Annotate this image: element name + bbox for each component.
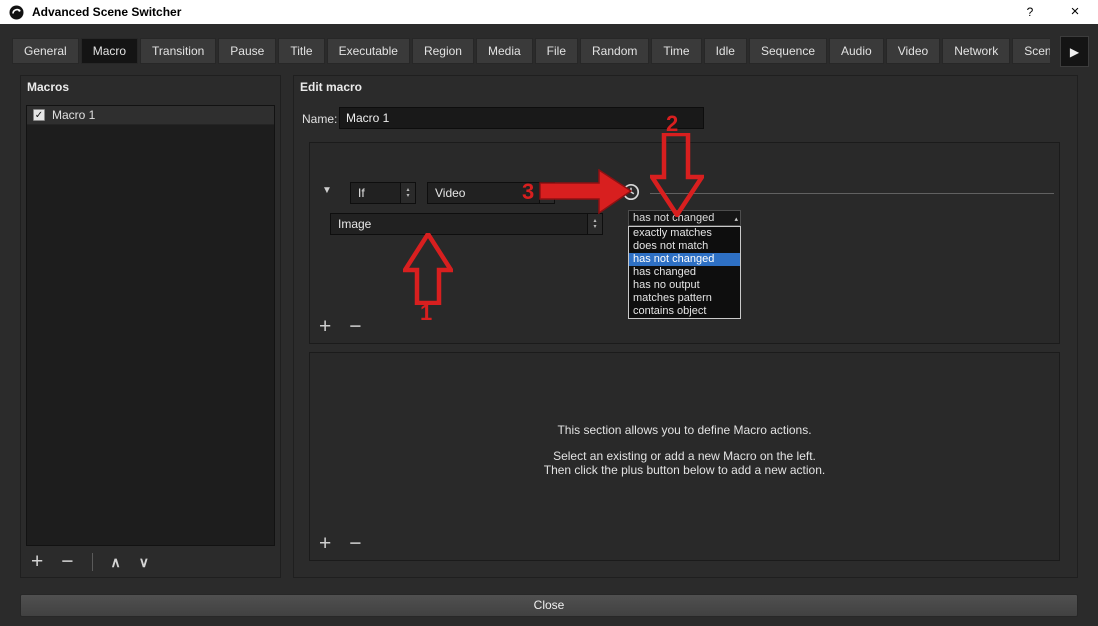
macro-name-input[interactable] bbox=[339, 107, 704, 129]
actions-info-line1: This section allows you to define Macro … bbox=[310, 423, 1059, 437]
close-button[interactable]: Close bbox=[20, 594, 1078, 617]
spinner-icon[interactable]: ▴ ▾ bbox=[587, 214, 602, 234]
tab-scene-group[interactable]: Scene Gro bbox=[1012, 38, 1050, 64]
match-mode-dropdown: exactly matches does not match has not c… bbox=[628, 226, 741, 319]
annotation-label-2: 2 bbox=[666, 111, 678, 137]
macro-enabled-checkbox[interactable]: ✓ bbox=[33, 109, 45, 121]
spinner-down-icon[interactable]: ▾ bbox=[406, 193, 409, 199]
remove-condition-button[interactable]: − bbox=[349, 317, 361, 337]
tab-transition[interactable]: Transition bbox=[140, 38, 216, 64]
annotation-arrow-3-right bbox=[539, 169, 633, 214]
dropdown-option-has-no-output[interactable]: has no output bbox=[629, 279, 740, 292]
annotation-label-1: 1 bbox=[420, 300, 432, 326]
actions-group: This section allows you to define Macro … bbox=[309, 352, 1060, 561]
dropdown-option-has-not-changed[interactable]: has not changed bbox=[629, 253, 740, 266]
condition-logic-select[interactable]: If ▴ ▾ bbox=[350, 182, 416, 204]
scroll-right-icon: ▶ bbox=[1070, 45, 1079, 59]
macro-name-label: Name: bbox=[302, 112, 337, 126]
macro-list[interactable]: ✓ Macro 1 bbox=[26, 105, 275, 546]
tab-region[interactable]: Region bbox=[412, 38, 474, 64]
actions-info-line2: Select an existing or add a new Macro on… bbox=[310, 449, 1059, 463]
spinner-down-icon[interactable]: ▾ bbox=[593, 224, 596, 230]
macros-toolbar: + − ∧ ∨ bbox=[31, 552, 149, 572]
macros-panel: Macros ✓ Macro 1 + − ∧ ∨ bbox=[20, 75, 281, 578]
obs-logo-icon bbox=[9, 5, 24, 20]
add-condition-button[interactable]: + bbox=[319, 317, 331, 337]
window-titlebar: Advanced Scene Switcher ? × bbox=[0, 0, 1098, 24]
tab-macro[interactable]: Macro bbox=[81, 38, 138, 64]
titlebar-help-button[interactable]: ? bbox=[1015, 0, 1045, 24]
tab-title[interactable]: Title bbox=[278, 38, 324, 64]
spinner-icon[interactable]: ▴ ▾ bbox=[400, 183, 415, 203]
macros-panel-title: Macros bbox=[27, 80, 69, 94]
tab-sequence[interactable]: Sequence bbox=[749, 38, 827, 64]
annotation-arrow-1-up bbox=[403, 233, 453, 305]
conditions-toolbar: + − bbox=[319, 317, 362, 337]
actions-toolbar: + − bbox=[319, 534, 362, 554]
macro-list-item[interactable]: ✓ Macro 1 bbox=[27, 106, 274, 125]
tab-media[interactable]: Media bbox=[476, 38, 533, 64]
macro-label: Macro 1 bbox=[52, 108, 95, 122]
tab-executable[interactable]: Executable bbox=[327, 38, 410, 64]
condition-image-type-value: Image bbox=[331, 217, 587, 231]
remove-action-button[interactable]: − bbox=[349, 534, 361, 554]
tab-audio[interactable]: Audio bbox=[829, 38, 884, 64]
dropdown-option-matches-pattern[interactable]: matches pattern bbox=[629, 292, 740, 305]
annotation-label-3: 3 bbox=[522, 179, 534, 205]
tab-bar: General Macro Transition Pause Title Exe… bbox=[12, 38, 1050, 66]
condition-header-line bbox=[650, 193, 1054, 194]
condition-image-type-select[interactable]: Image ▴ ▾ bbox=[330, 213, 603, 235]
tab-scroll-right-button[interactable]: ▶ bbox=[1060, 36, 1089, 67]
dropdown-option-does-not-match[interactable]: does not match bbox=[629, 240, 740, 253]
add-macro-button[interactable]: + bbox=[31, 552, 43, 572]
annotation-arrow-2-down bbox=[650, 133, 704, 217]
add-action-button[interactable]: + bbox=[319, 534, 331, 554]
tab-idle[interactable]: Idle bbox=[704, 38, 747, 64]
condition-logic-value: If bbox=[351, 186, 400, 200]
actions-info-line3: Then click the plus button below to add … bbox=[310, 463, 1059, 477]
condition-type-select[interactable]: Video ▴ ▾ bbox=[427, 182, 555, 204]
move-macro-down-button[interactable]: ∨ bbox=[139, 552, 149, 572]
tab-time[interactable]: Time bbox=[651, 38, 701, 64]
tab-random[interactable]: Random bbox=[580, 38, 649, 64]
actions-info-text: This section allows you to define Macro … bbox=[310, 423, 1059, 477]
dropdown-option-exactly-matches[interactable]: exactly matches bbox=[629, 227, 740, 240]
tab-pause[interactable]: Pause bbox=[218, 38, 276, 64]
tab-video[interactable]: Video bbox=[886, 38, 940, 64]
window-title: Advanced Scene Switcher bbox=[32, 5, 181, 19]
titlebar-close-button[interactable]: × bbox=[1060, 0, 1090, 24]
tab-file[interactable]: File bbox=[535, 38, 578, 64]
collapse-chevron-icon[interactable]: ▼ bbox=[322, 185, 332, 196]
move-macro-up-button[interactable]: ∧ bbox=[111, 552, 121, 572]
tab-network[interactable]: Network bbox=[942, 38, 1010, 64]
remove-macro-button[interactable]: − bbox=[61, 552, 73, 572]
caret-up-icon: ▴ bbox=[734, 213, 738, 226]
toolbar-divider bbox=[92, 553, 93, 571]
dropdown-option-contains-object[interactable]: contains object bbox=[629, 305, 740, 318]
advanced-scene-switcher-window: { "titlebar": { "title": "Advanced Scene… bbox=[0, 0, 1098, 626]
dropdown-option-has-changed[interactable]: has changed bbox=[629, 266, 740, 279]
edit-macro-title: Edit macro bbox=[300, 80, 362, 94]
tab-general[interactable]: General bbox=[12, 38, 79, 64]
